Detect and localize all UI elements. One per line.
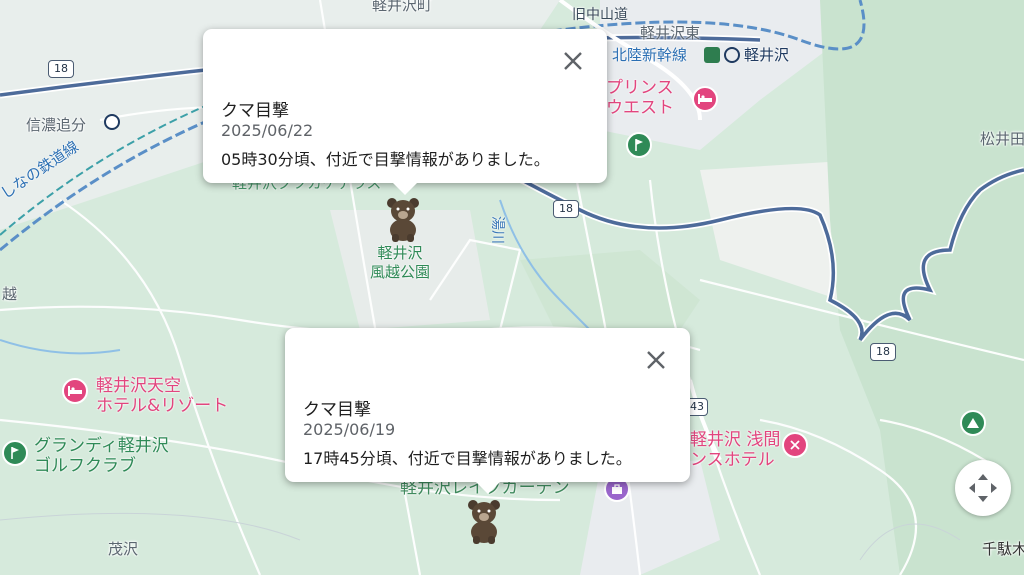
place-shigesawa: 茂沢 [108,540,139,558]
poi-asama-hotel[interactable]: 軽井沢 浅間 ンスホテル [690,430,780,470]
station-karuizawa: 軽井沢 [744,46,790,64]
recenter-button[interactable] [955,460,1011,516]
station-icon [104,114,120,130]
river-yukawa: 湯川 [489,216,505,244]
close-icon [564,52,582,70]
popup-title: クマ目撃 [303,400,371,420]
jr-logo-icon [704,47,720,63]
popup-title: クマ目撃 [221,101,289,121]
place-karuizawa-machi: 軽井沢町 [372,0,433,14]
place-ko: 越 [2,285,18,303]
golf-icon[interactable] [2,440,28,466]
close-icon [647,351,665,369]
poi-grandy-golf[interactable]: グランディ軽井沢 ゴルフクラブ [34,436,169,476]
poi-prince-west[interactable]: プリンス ウエスト [606,78,674,118]
hotel-icon[interactable] [62,378,88,404]
close-button[interactable] [559,47,587,75]
place-karuizawa-higashi: 軽井沢東 [640,24,701,42]
bear-marker-icon[interactable] [383,196,423,242]
bear-marker-icon[interactable] [464,498,504,544]
close-button[interactable] [642,346,670,374]
campground-icon[interactable] [960,410,986,436]
place-sendaki: 千駄木 [982,540,1024,558]
rail-hokuriku-shinkansen: 北陸新幹線 [612,46,688,64]
road-kyu-nakasendo: 旧中山道 [572,7,628,23]
poi-kazakoshi-park[interactable]: 軽井沢 風越公園 [370,244,430,282]
route-18-shield: 18 [48,60,74,78]
locate-icon [969,474,997,502]
golf-icon[interactable] [626,132,652,158]
poi-tenku-hotel[interactable]: 軽井沢天空 ホテル&リゾート [96,376,228,416]
popup-date: 2025/06/22 [221,121,314,140]
hotel-icon[interactable] [692,86,718,112]
route-18-shield: 18 [870,343,896,361]
hot-spring-icon[interactable] [782,432,808,458]
place-matsuida: 松井田 [980,130,1024,148]
popup-message: 17時45分頃、付近で目撃情報がありました。 [303,449,632,468]
station-icon [724,47,740,63]
route-18-shield: 18 [553,200,579,218]
sighting-popup: クマ目撃 2025/06/19 17時45分頃、付近で目撃情報がありました。 [285,328,690,494]
place-shinano-oiwake: 信濃追分 [26,116,87,134]
sighting-popup: クマ目撃 2025/06/22 05時30分頃、付近で目撃情報がありました。 [203,29,607,195]
popup-date: 2025/06/19 [303,420,396,439]
popup-message: 05時30分頃、付近で目撃情報がありました。 [221,150,550,169]
